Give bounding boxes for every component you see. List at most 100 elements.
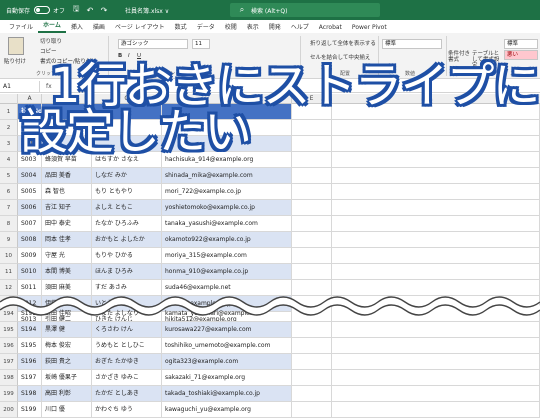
redo-icon[interactable]: ↷ xyxy=(99,5,109,15)
table-cell[interactable] xyxy=(292,386,332,402)
tab-1[interactable]: ホーム xyxy=(38,20,66,33)
tab-5[interactable]: 数式 xyxy=(170,22,192,33)
table-cell[interactable] xyxy=(292,184,332,200)
table-cell[interactable]: かわぐち ゆう xyxy=(92,402,162,418)
tab-0[interactable]: ファイル xyxy=(4,22,38,33)
table-cell[interactable] xyxy=(332,184,540,200)
table-cell[interactable]: 黒澤 健 xyxy=(42,322,92,338)
tab-12[interactable]: Power Pivot xyxy=(347,24,392,33)
search-box[interactable]: ⌕ 検索 (Alt+Q) xyxy=(230,3,380,17)
tab-10[interactable]: ヘルプ xyxy=(286,22,314,33)
row-number[interactable]: 198 xyxy=(0,370,18,386)
table-cell[interactable]: S195 xyxy=(18,338,42,354)
table-cell[interactable] xyxy=(292,370,332,386)
table-cell[interactable]: 高田 利彰 xyxy=(42,386,92,402)
row-number[interactable]: 4 xyxy=(0,152,18,168)
table-cell[interactable]: S197 xyxy=(18,370,42,386)
tab-7[interactable]: 校閲 xyxy=(220,22,242,33)
table-cell[interactable] xyxy=(332,248,540,264)
table-cell[interactable]: 川口 優 xyxy=(42,402,92,418)
table-cell[interactable] xyxy=(292,232,332,248)
tab-8[interactable]: 表示 xyxy=(242,22,264,33)
table-cell[interactable]: くろさわ けん xyxy=(92,322,162,338)
number-format-select[interactable]: 標準 xyxy=(382,39,442,49)
select-all-corner[interactable] xyxy=(0,94,18,104)
paste-button[interactable]: 貼り付け xyxy=(4,57,26,65)
table-cell[interactable]: S005 xyxy=(18,184,42,200)
font-size-select[interactable]: 11 xyxy=(192,39,210,49)
table-cell[interactable] xyxy=(292,264,332,280)
row-number[interactable]: 11 xyxy=(0,264,18,280)
row-number[interactable]: 196 xyxy=(0,338,18,354)
row-number[interactable]: 9 xyxy=(0,232,18,248)
table-cell[interactable]: S004 xyxy=(18,168,42,184)
table-cell[interactable]: kurosawa227@example.com xyxy=(162,322,292,338)
file-name[interactable]: 社員名簿.xlsx ∨ xyxy=(125,6,169,15)
table-cell[interactable]: たなか ひろふみ xyxy=(92,216,162,232)
font-name-select[interactable]: 游ゴシック xyxy=(118,39,188,49)
table-cell[interactable] xyxy=(332,354,540,370)
table-cell[interactable]: ogita323@example.com xyxy=(162,354,292,370)
table-cell[interactable]: okamoto922@example.co.jp xyxy=(162,232,292,248)
table-cell[interactable]: S009 xyxy=(18,248,42,264)
column-header-a[interactable]: A xyxy=(18,94,42,104)
tab-3[interactable]: 描画 xyxy=(88,22,110,33)
row-number[interactable]: 5 xyxy=(0,168,18,184)
table-cell[interactable]: うめもと としひこ xyxy=(92,338,162,354)
table-cell[interactable]: 坂崎 優果子 xyxy=(42,370,92,386)
row-number[interactable]: 2 xyxy=(0,120,18,136)
tab-2[interactable]: 挿入 xyxy=(66,22,88,33)
table-cell[interactable] xyxy=(332,216,540,232)
row-number[interactable]: 10 xyxy=(0,248,18,264)
table-cell[interactable]: おぎた たかゆき xyxy=(92,354,162,370)
table-cell[interactable]: takada_toshiaki@example.co.jp xyxy=(162,386,292,402)
table-cell[interactable]: 梅本 俊宏 xyxy=(42,338,92,354)
row-number[interactable]: 195 xyxy=(0,322,18,338)
table-cell[interactable] xyxy=(332,402,540,418)
row-number[interactable]: 6 xyxy=(0,184,18,200)
table-cell[interactable]: 岡本 佳孝 xyxy=(42,232,92,248)
table-cell[interactable]: さかざき ゆみこ xyxy=(92,370,162,386)
table-cell[interactable]: 田中 泰史 xyxy=(42,216,92,232)
table-cell[interactable]: S008 xyxy=(18,232,42,248)
table-cell[interactable] xyxy=(332,232,540,248)
table-cell[interactable] xyxy=(332,322,540,338)
row-number[interactable]: 7 xyxy=(0,200,18,216)
table-cell[interactable] xyxy=(332,370,540,386)
style-normal[interactable]: 標準 xyxy=(504,39,538,49)
table-cell[interactable] xyxy=(332,264,540,280)
row-number[interactable]: 3 xyxy=(0,136,18,152)
table-cell[interactable] xyxy=(292,354,332,370)
table-cell[interactable] xyxy=(292,338,332,354)
table-cell[interactable] xyxy=(292,216,332,232)
tab-9[interactable]: 開発 xyxy=(264,22,286,33)
undo-icon[interactable]: ↶ xyxy=(85,5,95,15)
cut-button[interactable]: 切り取り xyxy=(40,37,62,45)
wrap-text-button[interactable]: 折り返して全体を表示する xyxy=(310,39,376,47)
table-cell[interactable]: 守屋 光 xyxy=(42,248,92,264)
row-number[interactable]: 199 xyxy=(0,386,18,402)
table-cell[interactable]: おかもと よしたか xyxy=(92,232,162,248)
table-cell[interactable]: ほんま ひろみ xyxy=(92,264,162,280)
table-cell[interactable] xyxy=(292,248,332,264)
row-number[interactable]: 1 xyxy=(0,104,18,120)
table-cell[interactable] xyxy=(292,402,332,418)
table-cell[interactable]: shinada_mika@example.com xyxy=(162,168,292,184)
table-cell[interactable] xyxy=(292,322,332,338)
table-cell[interactable]: yoshietomoko@example.co.jp xyxy=(162,200,292,216)
table-cell[interactable]: kawaguchi_yu@example.org xyxy=(162,402,292,418)
table-cell[interactable] xyxy=(332,200,540,216)
table-cell[interactable]: S194 xyxy=(18,322,42,338)
table-cell[interactable] xyxy=(332,168,540,184)
table-cell[interactable]: S006 xyxy=(18,200,42,216)
table-cell[interactable] xyxy=(292,168,332,184)
name-box[interactable]: A1 xyxy=(0,80,40,92)
row-number[interactable]: 197 xyxy=(0,354,18,370)
row-number[interactable]: 8 xyxy=(0,216,18,232)
table-cell[interactable]: 吉江 知子 xyxy=(42,200,92,216)
table-cell[interactable]: sakazaki_71@example.org xyxy=(162,370,292,386)
table-cell[interactable]: S007 xyxy=(18,216,42,232)
row-number[interactable]: 200 xyxy=(0,402,18,418)
copy-button[interactable]: コピー xyxy=(40,47,57,55)
table-cell[interactable]: 森 智也 xyxy=(42,184,92,200)
